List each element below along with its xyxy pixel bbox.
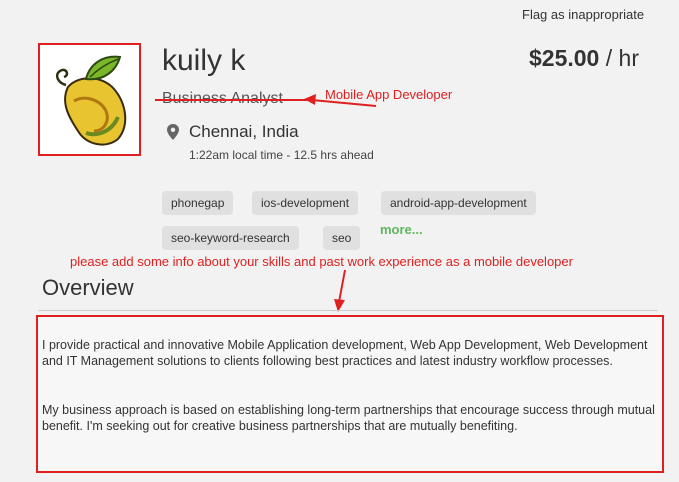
freelancer-name: kuily k — [162, 44, 246, 77]
hourly-rate: $25.00 / hr — [529, 45, 639, 72]
strikethrough-annotation — [155, 99, 313, 101]
more-skills-link[interactable]: more... — [380, 222, 423, 237]
flag-inappropriate-link[interactable]: Flag as inappropriate — [522, 7, 644, 22]
rate-unit: / hr — [605, 45, 639, 71]
map-pin-icon — [167, 124, 179, 140]
overview-paragraph: I provide practical and innovative Mobil… — [42, 338, 648, 368]
rate-amount: $25.00 — [529, 45, 600, 71]
avatar — [38, 43, 141, 156]
overview-paragraph: My business approach is based on establi… — [42, 403, 655, 433]
skill-tag[interactable]: phonegap — [162, 191, 234, 215]
local-time: 1:22am local time - 12.5 hrs ahead — [189, 148, 374, 162]
title-replacement-annotation: Mobile App Developer — [325, 87, 453, 102]
divider — [38, 310, 658, 311]
mango-logo-icon — [55, 55, 127, 146]
overview-annotation: please add some info about your skills a… — [70, 254, 573, 269]
skill-tag[interactable]: android-app-development — [381, 191, 536, 215]
skill-tag[interactable]: seo — [323, 226, 361, 250]
annotation-arrow-down — [334, 269, 346, 312]
skill-tag[interactable]: seo-keyword-research — [162, 226, 299, 250]
overview-heading: Overview — [42, 275, 134, 300]
skill-tag[interactable]: ios-development — [252, 191, 359, 215]
location: Chennai, India — [189, 122, 299, 141]
